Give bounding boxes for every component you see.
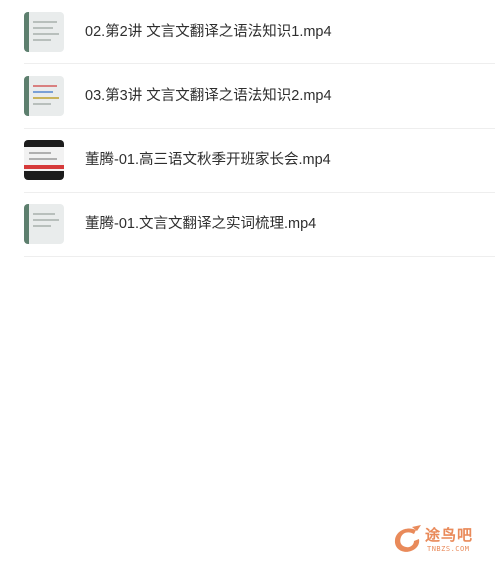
video-thumbnail-icon xyxy=(24,76,64,116)
file-name: 董腾-01.高三语文秋季开班家长会.mp4 xyxy=(85,152,331,168)
video-thumbnail-icon xyxy=(24,140,64,180)
file-row[interactable]: 02.第2讲 文言文翻译之语法知识1.mp4 xyxy=(24,0,495,64)
watermark: 途鸟吧 TNBZS.COM xyxy=(390,523,490,557)
bird-logo-icon xyxy=(394,525,421,552)
file-name: 董腾-01.文言文翻译之实词梳理.mp4 xyxy=(85,216,317,232)
video-thumbnail-icon xyxy=(24,12,64,52)
file-name: 02.第2讲 文言文翻译之语法知识1.mp4 xyxy=(85,24,332,40)
file-row[interactable]: 03.第3讲 文言文翻译之语法知识2.mp4 xyxy=(24,65,495,129)
file-row[interactable]: 董腾-01.文言文翻译之实词梳理.mp4 xyxy=(24,193,495,257)
video-thumbnail-icon xyxy=(24,204,64,244)
file-name: 03.第3讲 文言文翻译之语法知识2.mp4 xyxy=(85,88,332,104)
watermark-subtext: TNBZS.COM xyxy=(427,545,470,553)
file-row[interactable]: 董腾-01.高三语文秋季开班家长会.mp4 xyxy=(24,129,495,193)
watermark-text: 途鸟吧 xyxy=(425,526,474,544)
